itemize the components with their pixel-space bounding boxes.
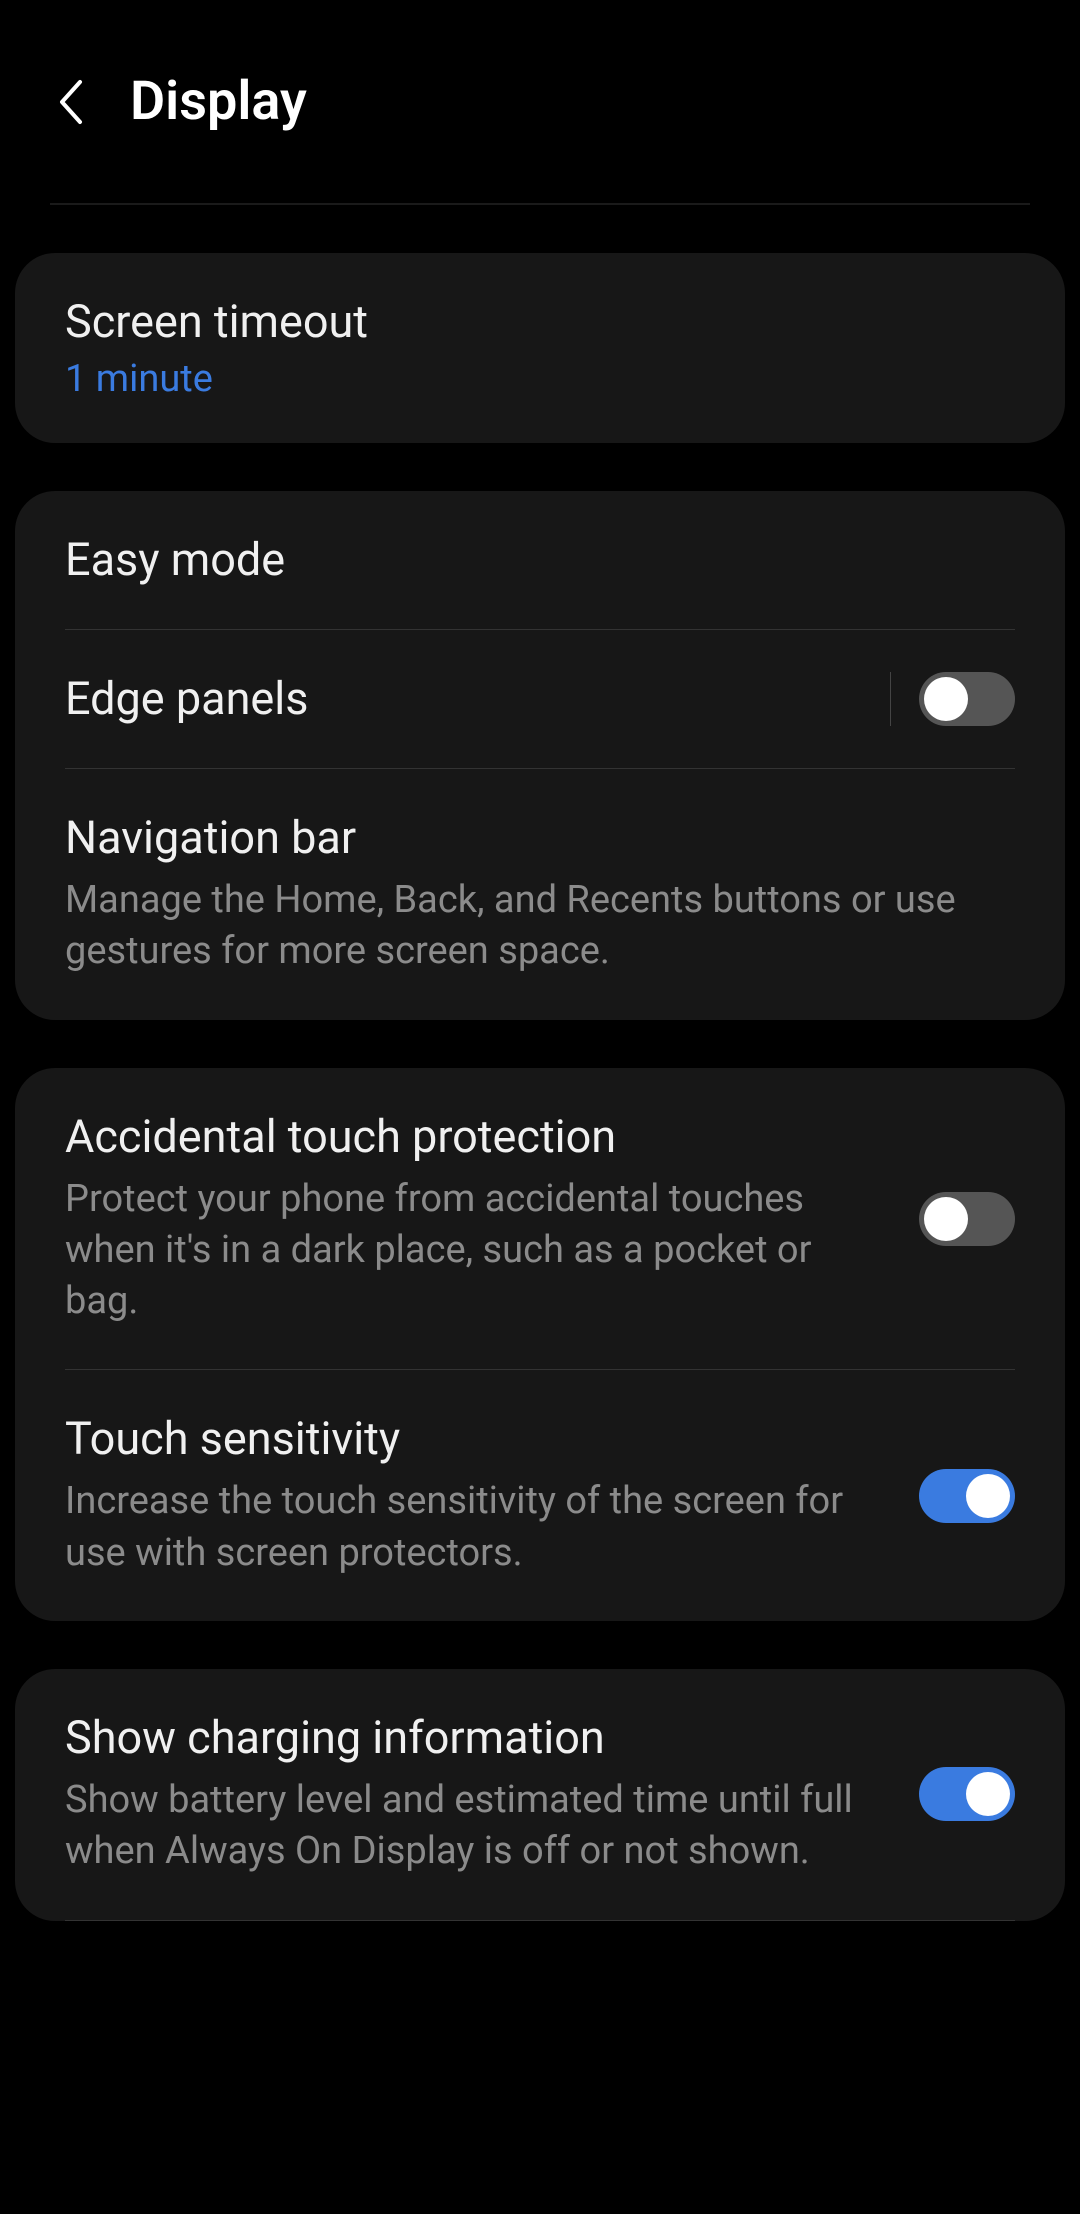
accidental-touch-description: Protect your phone from accidental touch… — [65, 1174, 889, 1328]
divider — [65, 1920, 1015, 1921]
chevron-left-icon — [56, 78, 84, 126]
top-divider — [50, 203, 1030, 205]
edge-panels-label: Edge panels — [65, 672, 860, 726]
touch-sensitivity-description: Increase the touch sensitivity of the sc… — [65, 1476, 889, 1579]
toggle-knob — [966, 1772, 1010, 1816]
easy-mode-item[interactable]: Easy mode — [15, 491, 1065, 629]
navigation-bar-item[interactable]: Navigation bar Manage the Home, Back, an… — [15, 769, 1065, 1020]
accidental-touch-item[interactable]: Accidental touch protection Protect your… — [15, 1068, 1065, 1370]
settings-group-charging: Show charging information Show battery l… — [15, 1669, 1065, 1921]
accidental-touch-label: Accidental touch protection — [65, 1110, 889, 1164]
settings-group-mode: Easy mode Edge panels Navigation bar Man… — [15, 491, 1065, 1020]
charging-info-item[interactable]: Show charging information Show battery l… — [15, 1669, 1065, 1920]
screen-timeout-label: Screen timeout — [65, 295, 1015, 349]
touch-sensitivity-label: Touch sensitivity — [65, 1412, 889, 1466]
vertical-divider — [890, 672, 891, 726]
screen-timeout-value: 1 minute — [65, 357, 1015, 401]
accidental-touch-toggle[interactable] — [919, 1192, 1015, 1246]
easy-mode-label: Easy mode — [65, 533, 1015, 587]
touch-sensitivity-item[interactable]: Touch sensitivity Increase the touch sen… — [15, 1370, 1065, 1621]
charging-info-description: Show battery level and estimated time un… — [65, 1775, 889, 1878]
back-button[interactable] — [50, 82, 90, 122]
toggle-knob — [966, 1474, 1010, 1518]
edge-panels-toggle-container — [890, 672, 1015, 726]
edge-panels-toggle[interactable] — [919, 672, 1015, 726]
edge-panels-item[interactable]: Edge panels — [15, 630, 1065, 768]
settings-group-touch: Accidental touch protection Protect your… — [15, 1068, 1065, 1621]
toggle-knob — [924, 677, 968, 721]
toggle-knob — [924, 1197, 968, 1241]
page-title: Display — [130, 70, 307, 133]
touch-sensitivity-toggle[interactable] — [919, 1469, 1015, 1523]
screen-timeout-item[interactable]: Screen timeout 1 minute — [15, 253, 1065, 443]
header: Display — [0, 0, 1080, 173]
charging-info-label: Show charging information — [65, 1711, 889, 1765]
navigation-bar-description: Manage the Home, Back, and Recents butto… — [65, 875, 1015, 978]
charging-info-toggle[interactable] — [919, 1767, 1015, 1821]
settings-group-timeout: Screen timeout 1 minute — [15, 253, 1065, 443]
navigation-bar-label: Navigation bar — [65, 811, 1015, 865]
